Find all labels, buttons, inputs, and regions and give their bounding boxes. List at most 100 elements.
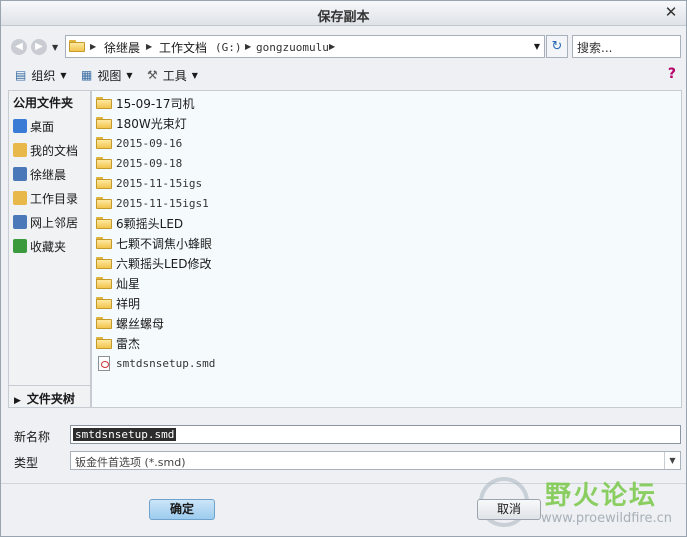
chevron-right-icon[interactable]: ▶ <box>146 42 152 51</box>
common-folders-header: 公用文件夹 <box>13 96 74 110</box>
folder-icon <box>96 197 112 209</box>
forward-icon[interactable]: ▶ <box>31 39 47 55</box>
close-icon[interactable]: ✕ <box>663 4 679 20</box>
folder-icon <box>69 40 85 52</box>
expand-icon: ▶ <box>14 396 21 406</box>
folder-icon <box>96 177 112 189</box>
sidebar-item-network[interactable]: 网上邻居 <box>9 210 90 234</box>
item-label: 六颗摇头LED修改 <box>116 256 212 271</box>
folder-icon <box>96 117 112 129</box>
folder-icon <box>96 237 112 249</box>
chevron-down-icon[interactable]: ▼ <box>664 452 680 469</box>
breadcrumb-gongzuomulu[interactable]: gongzuomulu <box>256 41 329 54</box>
sidebar-item-label: 徐继晨 <box>30 167 67 182</box>
item-label: 15-09-17司机 <box>116 96 195 111</box>
save-copy-dialog: 保存副本 ✕ ◀ ▶ ▼ ▶ 徐继晨 ▶ 工作文档 (G:) ▶ gongzuo… <box>0 0 687 537</box>
back-icon[interactable]: ◀ <box>11 39 27 55</box>
address-row: ◀ ▶ ▼ ▶ 徐继晨 ▶ 工作文档 (G:) ▶ gongzuomulu ▶ … <box>1 31 686 61</box>
folder-list-item[interactable]: 灿星 <box>96 273 140 293</box>
folder-list-item[interactable]: 七颗不调焦小蜂眼 <box>96 233 212 253</box>
file-type-select[interactable]: 钣金件首选项 (*.smd) ▼ <box>70 451 681 470</box>
chevron-right-icon[interactable]: ▶ <box>90 42 96 51</box>
organize-icon: ▤ <box>15 68 27 82</box>
item-label: 2015-11-15igs <box>116 176 203 190</box>
folder-icon <box>96 337 112 349</box>
folder-list-item[interactable]: 15-09-17司机 <box>96 93 194 113</box>
filename-field[interactable]: smtdsnsetup.smd <box>70 425 681 444</box>
watermark-text: 野火论坛 <box>545 481 658 511</box>
folder-list-item[interactable]: 祥明 <box>96 293 140 313</box>
view-menu[interactable]: ▦ 视图 ▼ <box>81 66 133 84</box>
item-label: 180W光束灯 <box>116 116 187 131</box>
sidebar-item-work-directory[interactable]: 工作目录 <box>9 186 90 210</box>
folder-icon <box>96 97 112 109</box>
item-label: 6颗摇头LED <box>116 216 184 231</box>
folder-list-item[interactable]: 2015-09-18 <box>96 153 182 173</box>
item-label: smtdsnsetup.smd <box>116 356 216 370</box>
item-label: 灿星 <box>116 276 141 291</box>
sidebar-item-my-documents[interactable]: 我的文档 <box>9 138 90 162</box>
sidebar-item-label: 桌面 <box>30 119 55 134</box>
file-list-item[interactable]: smtdsnsetup.smd <box>96 353 215 373</box>
folder-icon <box>96 157 112 169</box>
search-input[interactable]: 搜索... <box>572 35 681 58</box>
breadcrumb-work-docs[interactable]: 工作文档 <box>159 39 207 56</box>
folder-list-item[interactable]: 雷杰 <box>96 333 140 353</box>
folder-icon <box>96 137 112 149</box>
folder-list-item[interactable]: 180W光束灯 <box>96 113 187 133</box>
history-dropdown-icon[interactable]: ▼ <box>52 43 58 52</box>
chevron-down-icon: ▼ <box>191 70 198 80</box>
desktop-icon <box>13 119 27 133</box>
name-label: 新名称 <box>14 430 51 444</box>
sidebar-item-desktop[interactable]: 桌面 <box>9 114 90 138</box>
folder-icon <box>96 317 112 329</box>
folder-list-item[interactable]: 2015-11-15igs <box>96 173 202 193</box>
tools-icon: ⚒ <box>147 68 158 82</box>
title-bar: 保存副本 ✕ <box>1 1 686 26</box>
sidebar-item-favorites[interactable]: 收藏夹 <box>9 234 90 258</box>
chevron-down-icon[interactable]: ▼ <box>534 42 540 51</box>
sidebar-item-label: 网上邻居 <box>30 215 79 230</box>
tools-label: 工具 <box>162 68 187 83</box>
watermark-url: www.proewildfire.cn <box>541 511 672 526</box>
help-icon[interactable]: ? <box>668 66 676 82</box>
tools-menu[interactable]: ⚒ 工具 ▼ <box>147 66 198 84</box>
folder-tree-label: 文件夹树 <box>26 392 75 406</box>
item-label: 七颗不调焦小蜂眼 <box>116 236 213 251</box>
my-documents-icon <box>13 143 27 157</box>
folder-list-item[interactable]: 2015-09-16 <box>96 133 182 153</box>
folder-icon <box>96 257 112 269</box>
view-label: 视图 <box>97 68 122 83</box>
item-label: 2015-09-16 <box>116 136 183 150</box>
chevron-down-icon: ▼ <box>60 70 67 80</box>
filename-value: smtdsnsetup.smd <box>73 428 177 441</box>
folder-tree-toggle[interactable]: ▶ 文件夹树 <box>8 385 91 408</box>
folder-icon <box>96 217 112 229</box>
chevron-down-icon: ▼ <box>126 70 133 80</box>
chevron-right-icon[interactable]: ▶ <box>329 42 335 51</box>
sidebar-item-computer[interactable]: 徐继晨 <box>9 162 90 186</box>
folder-list-item[interactable]: 6颗摇头LED <box>96 213 183 233</box>
sidebar-item-label: 我的文档 <box>30 143 79 158</box>
sidebar-item-label: 工作目录 <box>30 191 79 206</box>
breadcrumb-drive[interactable]: (G:) <box>215 41 242 54</box>
cancel-button[interactable]: 取消 <box>477 499 541 520</box>
chevron-right-icon[interactable]: ▶ <box>245 42 251 51</box>
file-type-value: 钣金件首选项 (*.smd) <box>75 456 186 469</box>
work-directory-icon <box>13 191 27 205</box>
sidebar-item-label: 收藏夹 <box>30 239 67 254</box>
folder-list-item[interactable]: 2015-11-15igs1 <box>96 193 209 213</box>
address-bar[interactable]: ▶ 徐继晨 ▶ 工作文档 (G:) ▶ gongzuomulu ▶ ▼ <box>65 35 545 58</box>
item-label: 2015-11-15igs1 <box>116 196 209 210</box>
ok-button[interactable]: 确定 <box>149 499 215 520</box>
toolbar: ▤ 组织 ▼ ▦ 视图 ▼ ⚒ 工具 ▼ ? <box>1 63 686 87</box>
item-label: 2015-09-18 <box>116 156 183 170</box>
organize-menu[interactable]: ▤ 组织 ▼ <box>15 66 67 84</box>
folder-icon <box>96 297 112 309</box>
common-folders-panel: 公用文件夹 桌面 我的文档 徐继晨 工作目录 网上邻居 收藏夹 <box>8 90 91 408</box>
refresh-icon[interactable]: ↻ <box>546 35 568 58</box>
folder-list-item[interactable]: 螺丝螺母 <box>96 313 164 333</box>
folder-list-item[interactable]: 六颗摇头LED修改 <box>96 253 212 273</box>
item-label: 螺丝螺母 <box>116 316 165 331</box>
breadcrumb-user[interactable]: 徐继晨 <box>104 39 140 56</box>
